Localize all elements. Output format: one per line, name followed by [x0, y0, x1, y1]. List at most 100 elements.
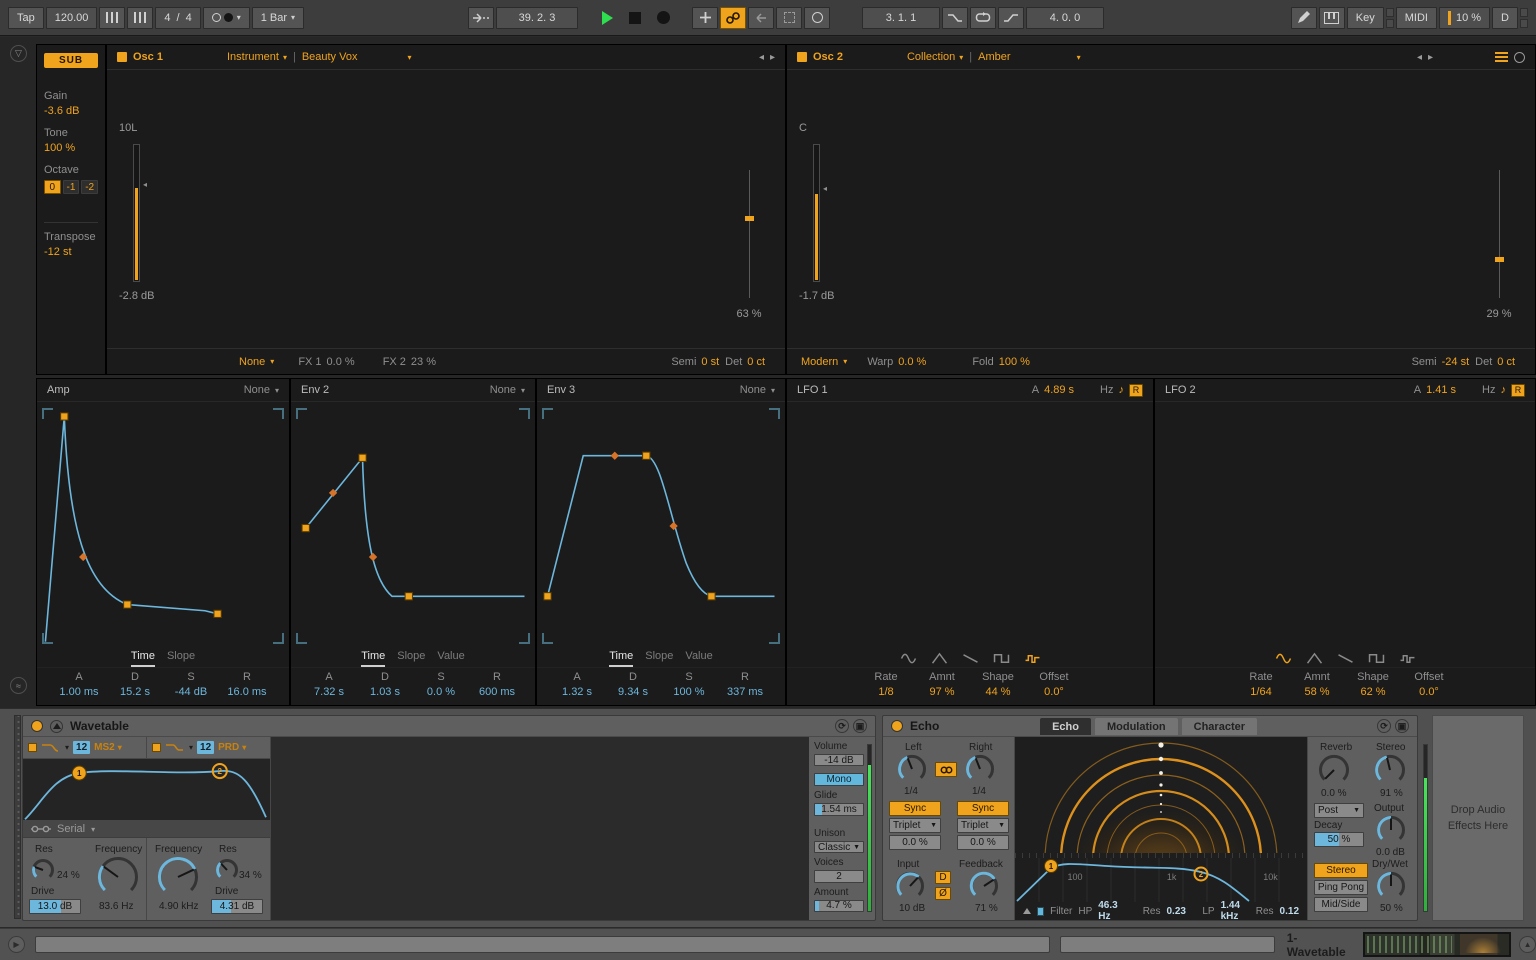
follow-button[interactable] — [468, 6, 494, 29]
echo-right-offset-field[interactable]: 0.0 % — [957, 835, 1009, 850]
saw-shape-icon[interactable] — [962, 652, 979, 665]
echo-input-knob[interactable] — [895, 871, 925, 901]
midi-map-button[interactable]: MIDI — [1395, 6, 1437, 29]
filter1-res-knob[interactable] — [31, 858, 55, 882]
echo-tunnel-visualization[interactable] — [1015, 737, 1307, 853]
param-value[interactable]: 9.34 s — [605, 686, 661, 698]
echo-filter-bar[interactable]: Filter HP 46.3 Hz Res 0.23 LP 1.44 kHz R… — [1015, 900, 1307, 922]
save-preset-icon[interactable]: ▣ — [853, 719, 867, 733]
lowpass-icon[interactable] — [41, 742, 61, 753]
sub-tone-value[interactable]: 100 % — [44, 142, 98, 154]
param-value[interactable]: 15.2 s — [107, 686, 163, 698]
lfo2-sync-note-toggle[interactable]: ♪ — [1501, 384, 1507, 396]
param-value[interactable]: 44 % — [970, 686, 1026, 698]
automation-re-enable-button[interactable] — [804, 6, 830, 29]
modulation-view-icon[interactable]: ≈ — [10, 677, 27, 694]
lfo2-waveform-display[interactable] — [1155, 402, 1535, 649]
osc1-wavetable-dropdown-icon[interactable]: ▾ — [407, 53, 411, 62]
filter2-drive-field[interactable]: 4.31 dB — [211, 899, 263, 914]
osc2-warp-value[interactable]: Warp 0.0 % — [867, 356, 926, 368]
param-value[interactable]: -44 dB — [163, 686, 219, 698]
echo-activator-led[interactable] — [891, 720, 903, 732]
osc2-semi-value[interactable]: Semi -24 st — [1412, 356, 1470, 368]
selection-frame-button[interactable] — [776, 6, 802, 29]
triangle-shape-icon[interactable] — [1306, 652, 1323, 665]
osc1-enable-toggle[interactable] — [117, 52, 127, 62]
unison-amount-field[interactable]: 4.7 % — [814, 899, 864, 913]
lfo1-sync-note-toggle[interactable]: ♪ — [1119, 384, 1125, 396]
quantize-menu[interactable]: 1 Bar ▾ — [251, 6, 305, 29]
tap-tempo-button[interactable]: Tap — [8, 6, 44, 29]
metronome-button[interactable]: ▾ — [202, 6, 250, 29]
volume-field[interactable]: -14 dB — [814, 754, 864, 767]
echo-output-knob[interactable] — [1376, 815, 1406, 845]
param-value[interactable]: 600 ms — [469, 686, 525, 698]
env-tab-slope[interactable]: Slope — [397, 650, 425, 667]
res2-value[interactable]: 0.12 — [1280, 906, 1299, 917]
echo-stereo-knob[interactable] — [1374, 754, 1406, 786]
osc2-wavetable-select[interactable]: Amber — [978, 51, 1010, 63]
osc1-gain-slider[interactable] — [133, 144, 140, 282]
computer-midi-keyboard-button[interactable] — [1318, 6, 1345, 29]
param-value[interactable]: 97 % — [914, 686, 970, 698]
osc1-level-value[interactable]: 63 % — [731, 308, 767, 320]
random-shape-icon[interactable] — [1399, 652, 1416, 665]
loop-start-field[interactable]: 3. 1. 1 — [862, 6, 940, 29]
voices-field[interactable]: 2 — [814, 870, 864, 883]
res1-value[interactable]: 0.23 — [1166, 906, 1185, 917]
filter2-slope-button[interactable]: 12 — [197, 741, 215, 754]
filter2-type-dropdown-icon[interactable]: ▾ — [189, 743, 193, 752]
osc1-prev-button[interactable]: ◂ — [759, 52, 764, 63]
param-value[interactable]: 58 % — [1289, 686, 1345, 698]
view-circle-icon[interactable] — [1514, 51, 1525, 63]
osc2-pan-value[interactable]: C — [799, 122, 859, 134]
echo-reverb-knob[interactable] — [1318, 754, 1350, 786]
echo-left-time-knob[interactable] — [897, 754, 927, 784]
amp-env-mode-dropdown[interactable]: None ▾ — [244, 384, 279, 396]
osc1-wavetable-select[interactable]: Beauty Vox — [302, 51, 358, 63]
record-button[interactable] — [650, 7, 676, 29]
echo-dry-wet-knob[interactable] — [1376, 871, 1406, 901]
osc2-prev-button[interactable]: ◂ — [1417, 52, 1422, 63]
punch-in-button[interactable] — [942, 6, 968, 29]
sine-shape-icon[interactable] — [1275, 652, 1292, 665]
shelf-icon[interactable] — [165, 742, 185, 753]
filter-enable-square-icon[interactable] — [1037, 906, 1045, 916]
osc2-gain-slider[interactable] — [813, 144, 820, 282]
param-value[interactable]: 7.32 s — [301, 686, 357, 698]
echo-right-time-knob[interactable] — [965, 754, 995, 784]
info-toggle-icon[interactable]: ▶ — [8, 936, 25, 953]
osc1-effect-mode-dropdown[interactable]: None ▾ — [239, 356, 274, 368]
unison-mode-dropdown[interactable]: Classic ▼ — [814, 840, 864, 854]
loop-button[interactable] — [970, 6, 996, 29]
mode-stereo-button[interactable]: Stereo — [1314, 863, 1368, 878]
env-tab-time[interactable]: Time — [130, 650, 155, 667]
mode-mid-side-button[interactable]: Mid/Side — [1314, 897, 1368, 912]
filter1-type-dropdown-icon[interactable]: ▾ — [65, 743, 69, 752]
echo-right-division-dropdown[interactable]: Triplet ▼ — [957, 818, 1009, 833]
back-to-arrangement-button[interactable] — [748, 6, 774, 29]
filter1-slope-button[interactable]: 12 — [73, 741, 91, 754]
env3-mode-dropdown[interactable]: None ▾ — [740, 384, 775, 396]
stop-button[interactable] — [622, 7, 648, 29]
osc1-semi-value[interactable]: Semi 0 st — [671, 356, 719, 368]
lp-value[interactable]: 1.44 kHz — [1221, 900, 1250, 922]
device-drag-handle[interactable] — [14, 715, 21, 919]
punch-out-button[interactable] — [998, 6, 1024, 29]
status-field-right[interactable] — [1059, 936, 1275, 953]
play-button[interactable] — [594, 7, 620, 29]
scroll-up-icon[interactable]: ▲ — [1519, 936, 1536, 953]
triangle-shape-icon[interactable] — [931, 652, 948, 665]
arrangement-position-field[interactable]: 39. 2. 3 — [496, 6, 578, 29]
glide-field[interactable]: 1.54 ms — [814, 803, 864, 816]
env2-envelope-display[interactable] — [291, 402, 535, 650]
osc2-level-value[interactable]: 29 % — [1481, 308, 1517, 320]
wavetable-filter-display[interactable]: 1 2 — [23, 759, 270, 821]
hot-swap-icon[interactable]: ⟳ — [1377, 719, 1391, 733]
drop-audio-effects-zone[interactable]: Drop Audio Effects Here — [1432, 715, 1524, 921]
view-mode-menu-icon[interactable] — [1495, 52, 1508, 62]
random-shape-icon[interactable] — [1024, 652, 1041, 665]
wavetable-activator-led[interactable] — [31, 720, 43, 732]
filter1-drive-field[interactable]: 13.0 dB — [29, 899, 81, 914]
lfo2-attack-value[interactable]: 1.41 s — [1426, 384, 1456, 396]
